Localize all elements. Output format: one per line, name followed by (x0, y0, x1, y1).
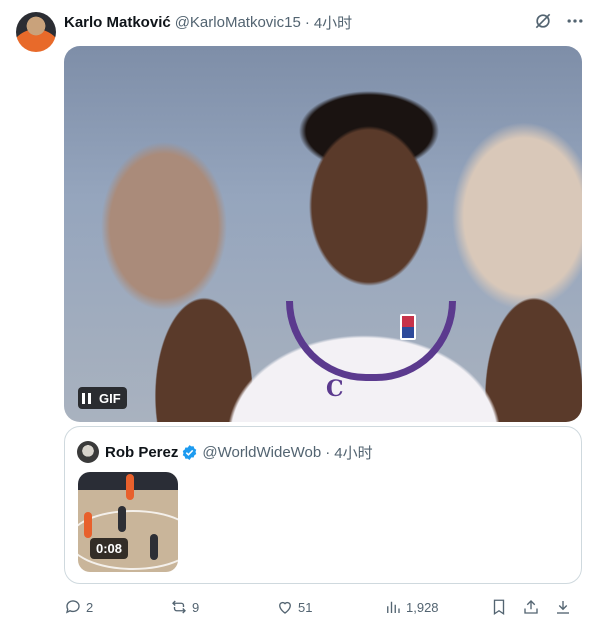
jersey-logo: C (326, 376, 344, 402)
quoted-author-avatar (77, 441, 99, 463)
share-icon (524, 600, 538, 614)
separator-dot: · (325, 443, 331, 461)
tweet-gif[interactable]: C GIF (64, 46, 582, 422)
more-icon[interactable] (564, 10, 586, 32)
jersey-trim (286, 301, 456, 381)
quoted-author-handle: @WorldWideWob (202, 443, 322, 461)
heart-icon (279, 601, 291, 614)
tweet-actions: 2 9 51 1,928 (64, 596, 582, 618)
nba-logo (400, 314, 416, 340)
player-figure (126, 474, 134, 500)
quoted-tweet[interactable]: Rob Perez @WorldWideWob · 4小时 0:08 (64, 426, 582, 584)
bookmark-button[interactable] (490, 596, 508, 618)
gif-label: GIF (99, 390, 121, 406)
views-count: 1,928 (406, 599, 439, 615)
player-figure (84, 512, 92, 538)
player-figure (150, 534, 158, 560)
quoted-tweet-time: 4小时 (334, 444, 373, 462)
player-figure (118, 506, 126, 532)
download-icon (557, 601, 569, 614)
verified-badge-icon (183, 444, 197, 460)
repost-count: 9 (192, 599, 200, 615)
reply-button[interactable]: 2 (64, 596, 93, 618)
grok-icon[interactable] (532, 10, 554, 32)
quoted-video-thumbnail[interactable]: 0:08 (78, 472, 178, 572)
like-count: 51 (298, 599, 313, 615)
tweet-header: Karlo Matković @KarloMatkovic15 · 4小时 (64, 12, 586, 32)
pause-icon (82, 392, 91, 404)
quoted-author-name: Rob Perez (105, 443, 179, 461)
reply-icon (65, 600, 80, 614)
views-button[interactable]: 1,928 (384, 596, 439, 618)
repost-icon (172, 600, 186, 614)
share-button[interactable] (522, 596, 540, 618)
views-icon (387, 601, 400, 613)
gif-pause-button[interactable]: GIF (78, 387, 127, 409)
header-actions (532, 10, 586, 32)
tweet-time[interactable]: 4小时 (314, 12, 352, 33)
separator-dot: · (304, 13, 310, 31)
video-duration: 0:08 (90, 538, 129, 559)
author-name[interactable]: Karlo Matković (64, 14, 171, 31)
download-button[interactable] (554, 596, 572, 618)
quoted-tweet-header: Rob Perez @WorldWideWob · 4小时 (77, 441, 373, 463)
reply-count: 2 (86, 599, 94, 615)
like-button[interactable]: 51 (276, 596, 312, 618)
repost-button[interactable]: 9 (170, 596, 199, 618)
author-avatar[interactable] (16, 12, 56, 52)
bookmark-icon (493, 599, 505, 616)
author-handle[interactable]: @KarloMatkovic15 (175, 14, 301, 31)
